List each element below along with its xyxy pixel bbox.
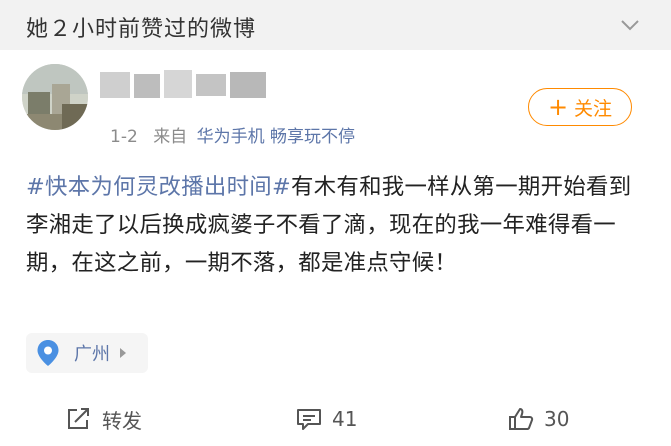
comment-button[interactable]: 41 xyxy=(296,399,357,439)
avatar-image xyxy=(22,64,88,130)
like-count: 30 xyxy=(544,407,570,431)
repost-icon xyxy=(68,408,89,429)
post-time: 1-2 xyxy=(110,127,138,147)
location-pin-icon xyxy=(37,340,59,366)
post-body: #快本为何灵改播出时间#有木有和我一样从第一期开始看到李湘走了以后换成疯婆子不看… xyxy=(26,168,636,282)
follow-button[interactable]: + 关注 xyxy=(528,88,632,126)
like-button[interactable]: 30 xyxy=(508,399,569,439)
chevron-right-icon xyxy=(120,348,126,358)
topic-link[interactable]: #快本为何灵改播出时间# xyxy=(26,174,291,200)
plus-icon: + xyxy=(547,93,569,121)
follow-label: 关注 xyxy=(574,97,613,120)
comment-icon xyxy=(297,409,321,430)
repost-button[interactable]: 转发 xyxy=(66,399,142,439)
location-tag[interactable]: 广州 xyxy=(26,333,148,373)
action-bar: 转发 41 30 xyxy=(0,399,671,439)
post-meta: 1-2 来自 华为手机 畅享玩不停 xyxy=(110,122,355,147)
weibo-card: 1-2 来自 华为手机 畅享玩不停 + 关注 #快本为何灵改播出时间#有木有和我… xyxy=(0,50,671,446)
thumbs-up-icon xyxy=(509,408,534,430)
username-blurred[interactable] xyxy=(100,68,280,102)
avatar[interactable] xyxy=(22,64,88,130)
section-header: 她２小时前赞过的微博 xyxy=(0,0,671,50)
source-label: 来自 xyxy=(153,127,188,147)
comment-count: 41 xyxy=(332,407,358,431)
source-device[interactable]: 华为手机 畅享玩不停 xyxy=(197,127,355,147)
location-name: 广州 xyxy=(74,344,110,365)
section-title: 她２小时前赞过的微博 xyxy=(26,17,257,42)
chevron-down-icon[interactable] xyxy=(619,14,641,36)
repost-label: 转发 xyxy=(102,408,142,433)
